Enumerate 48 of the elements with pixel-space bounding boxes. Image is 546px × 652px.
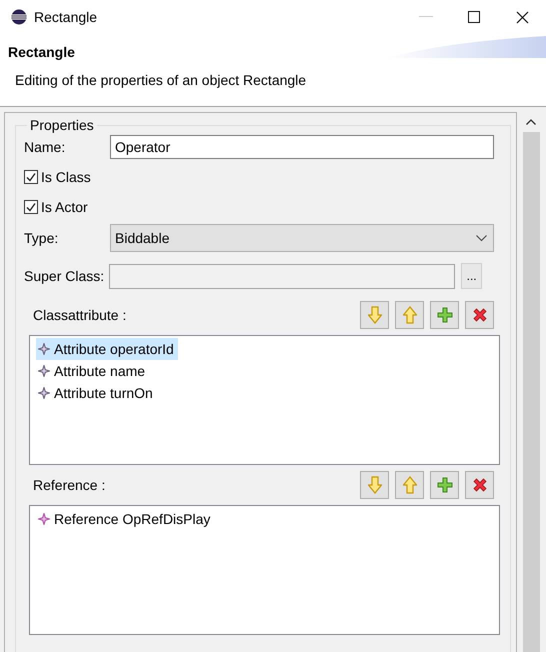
up-button[interactable] <box>395 471 424 499</box>
list-item[interactable]: Reference OpRefDisPlay <box>36 508 214 530</box>
section-label: Classattribute : <box>33 307 128 323</box>
super-class-field[interactable] <box>109 264 456 288</box>
up-arrow-icon <box>402 476 416 494</box>
up-arrow-icon <box>402 306 416 324</box>
down-button[interactable] <box>360 471 389 499</box>
group-title: Properties <box>29 117 95 133</box>
page-description: Editing of the properties of an object Rectangle <box>14 71 308 88</box>
checkbox[interactable] <box>24 200 38 214</box>
reference-icon <box>38 513 50 525</box>
checkbox[interactable] <box>24 170 38 184</box>
type-dropdown[interactable]: Biddable <box>110 224 494 252</box>
list-item[interactable]: Attribute name <box>36 360 150 382</box>
name-field[interactable]: Operator <box>110 135 494 159</box>
list-item[interactable]: Attribute turnOn <box>36 382 157 404</box>
up-button[interactable] <box>395 301 424 329</box>
scrollbar-thumb[interactable] <box>522 132 540 652</box>
remove-button[interactable] <box>465 471 494 499</box>
field-label: Super Class: <box>24 268 104 284</box>
attribute-icon <box>38 343 50 355</box>
maximize-icon <box>468 11 480 23</box>
delete-icon <box>472 307 488 323</box>
app-icon <box>11 9 27 25</box>
attribute-icon <box>38 387 50 399</box>
checkbox-label: Is Class <box>41 169 91 185</box>
chevron-down-icon <box>476 234 487 242</box>
checkbox-label: Is Actor <box>41 199 88 215</box>
list-item[interactable]: Attribute operatorId <box>36 338 178 360</box>
minimize-icon <box>419 16 433 18</box>
down-arrow-icon <box>368 306 382 324</box>
plus-icon <box>436 477 452 493</box>
browse-button[interactable]: ... <box>461 263 482 289</box>
close-icon <box>516 10 528 24</box>
down-arrow-icon <box>368 476 382 494</box>
scroll-up-icon[interactable] <box>526 119 536 125</box>
plus-icon <box>436 307 452 323</box>
attribute-icon <box>38 365 50 377</box>
remove-button[interactable] <box>465 301 494 329</box>
delete-icon <box>472 477 488 493</box>
field-label: Name: <box>24 139 66 155</box>
add-button[interactable] <box>430 471 459 499</box>
add-button[interactable] <box>430 301 459 329</box>
window-title: Rectangle <box>34 9 98 25</box>
section-label: Reference : <box>33 477 106 493</box>
page-title: Rectangle <box>7 43 75 60</box>
down-button[interactable] <box>360 301 389 329</box>
field-label: Type: <box>24 230 60 246</box>
